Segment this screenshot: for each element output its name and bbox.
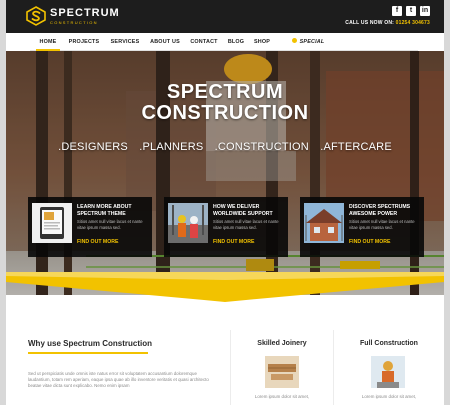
hero-title-line2: CONSTRUCTION <box>141 102 309 124</box>
hero-section: SPECTRUM CONSTRUCTION .DESIGNERS .PLANNE… <box>6 51 444 295</box>
social-links: f t in <box>392 6 430 16</box>
card-title-2: HOW WE DELIVER WORLDWIDE SUPPORT <box>213 204 273 217</box>
main-nav: HOME PROJECTS SERVICES ABOUT US CONTACT … <box>30 33 418 63</box>
why-use-heading: Why use Spectrum Construction <box>28 339 153 348</box>
call-number[interactable]: 01254 304673 <box>396 20 430 26</box>
logo[interactable]: SPECTRUM CONSTRUCTION <box>26 6 120 26</box>
hero-title-line1: SPECTRUM <box>166 81 284 103</box>
nav-special-offers[interactable]: SPECIAL OFFERS <box>280 33 336 63</box>
why-use-text: Sed ut perspiciatis unde omnis iste natu… <box>28 371 209 389</box>
card-image-1 <box>32 203 72 243</box>
linkedin-icon[interactable]: in <box>420 6 430 16</box>
facebook-icon[interactable]: f <box>392 6 402 16</box>
workers-image-icon <box>168 203 208 243</box>
tagline-planners: .PLANNERS <box>139 141 204 153</box>
nav-projects[interactable]: PROJECTS <box>66 33 102 51</box>
tagline-construction: .CONSTRUCTION <box>214 141 309 153</box>
card-link-1[interactable]: FIND OUT MORE <box>77 239 119 245</box>
logo-subtitle: CONSTRUCTION <box>50 19 98 25</box>
call-label: CALL US NOW ON: <box>345 20 395 26</box>
logo-title: SPECTRUM <box>50 6 120 19</box>
card-title-3: DISCOVER SPECTRUMS AWESOME POWER <box>349 204 411 217</box>
column-divider <box>333 330 334 405</box>
feature-card-1[interactable]: LEARN MORE ABOUT SPECTRUM THEME Sitios a… <box>28 197 152 257</box>
card-text-2: Sitios amet null vitae lacus et nante vi… <box>213 219 279 230</box>
website-frame: SPECTRUM CONSTRUCTION f t in CALL US NOW… <box>6 0 444 405</box>
logo-s-icon <box>26 6 46 26</box>
feature-title-construction: Full Construction <box>360 340 418 347</box>
nav-shop[interactable]: SHOP <box>252 33 272 51</box>
heading-underline <box>28 352 148 354</box>
feature-card-3[interactable]: DISCOVER SPECTRUMS AWESOME POWER Sitios … <box>300 197 424 257</box>
star-icon <box>291 38 297 44</box>
nav-blog[interactable]: BLOG <box>226 33 246 51</box>
card-text-1: Sitios amet null vitae lacus et nante vi… <box>77 219 143 230</box>
tablet-image-icon <box>32 203 72 243</box>
twitter-icon[interactable]: t <box>406 6 416 16</box>
card-image-3 <box>304 203 344 243</box>
feature-text-joinery: Lorem ipsum dolor sit amet, <box>254 394 310 399</box>
card-image-2 <box>168 203 208 243</box>
nav-about-us[interactable]: ABOUT US <box>148 33 182 51</box>
nav-services[interactable]: SERVICES <box>108 33 142 51</box>
tagline-aftercare: .AFTERCARE <box>320 141 392 153</box>
feature-card-2[interactable]: HOW WE DELIVER WORLDWIDE SUPPORT Sitios … <box>164 197 288 257</box>
lower-section: Why use Spectrum Construction Sed ut per… <box>6 302 444 405</box>
card-link-2[interactable]: FIND OUT MORE <box>213 239 255 245</box>
card-link-3[interactable]: FIND OUT MORE <box>349 239 391 245</box>
call-us: CALL US NOW ON: 01254 304673 <box>345 20 430 26</box>
hero-tagline: .DESIGNERS .PLANNERS .CONSTRUCTION .AFTE… <box>6 141 444 153</box>
column-divider <box>230 330 231 405</box>
top-bar: SPECTRUM CONSTRUCTION f t in CALL US NOW… <box>6 0 444 33</box>
joinery-image <box>265 356 299 388</box>
wood-image-icon <box>265 356 299 388</box>
nav-home[interactable]: HOME <box>36 33 60 51</box>
feature-title-joinery: Skilled Joinery <box>257 340 307 347</box>
house-image-icon <box>304 203 344 243</box>
feature-text-construction: Lorem ipsum dolor sit amet, <box>361 394 417 399</box>
card-title-1: LEARN MORE ABOUT SPECTRUM THEME <box>77 204 132 217</box>
construction-image <box>371 356 405 388</box>
yellow-chevron-band <box>6 272 444 302</box>
card-text-3: Sitios amet null vitae lacus et nante vi… <box>349 219 415 230</box>
tagline-designers: .DESIGNERS <box>58 141 128 153</box>
nav-contact[interactable]: CONTACT <box>188 33 220 51</box>
worker-image-icon <box>371 356 405 388</box>
